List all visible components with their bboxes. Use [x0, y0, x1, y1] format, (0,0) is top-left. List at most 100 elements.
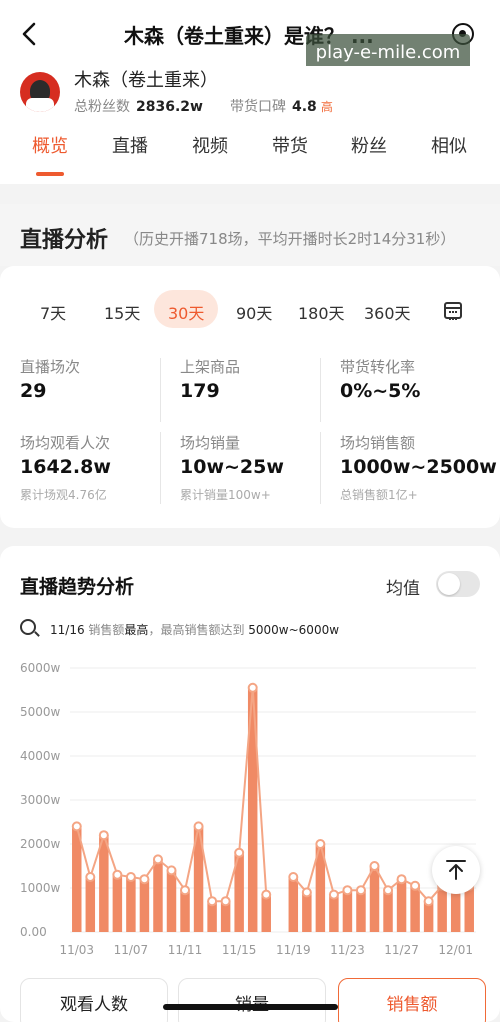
data-point — [396, 874, 407, 885]
data-point — [220, 896, 231, 907]
bar — [139, 879, 150, 932]
bar — [180, 890, 190, 932]
metric-value-avg-views: 1642.8w — [20, 456, 111, 478]
reputation-value: 4.8 — [292, 99, 317, 115]
tab-similar[interactable]: 相似 — [431, 132, 467, 158]
calendar-icon[interactable] — [444, 302, 462, 320]
metric-value-avg-revenue: 1000w~2500w — [340, 456, 497, 478]
fans-stat: 总粉丝数 2836.2w — [74, 96, 203, 116]
bar — [329, 894, 339, 932]
bar — [369, 866, 380, 932]
data-point — [328, 889, 339, 900]
live-metrics-card: 7天 15天 30天 90天 180天 360天 直播场次 29 上架商品 17… — [0, 266, 500, 528]
avg-toggle[interactable] — [436, 571, 480, 597]
metric-sub-avg-views: 累计场观4.76亿 — [20, 488, 107, 502]
x-tick-label: 11/27 — [384, 943, 419, 957]
divider — [160, 432, 161, 504]
data-point — [85, 872, 96, 882]
metric-tab-revenue[interactable]: 销售额 — [338, 978, 486, 1022]
insight-text: 11/16 销售额最高，最高销售额达到 5000w~6000w — [50, 621, 339, 638]
insight-date: 11/16 — [50, 623, 85, 637]
data-point — [410, 880, 421, 891]
tab-live[interactable]: 直播 — [112, 132, 148, 158]
bar — [383, 890, 393, 932]
y-tick-label: 0.00 — [20, 925, 47, 939]
data-point — [261, 889, 272, 900]
tab-video[interactable]: 视频 — [192, 132, 228, 158]
data-point — [207, 896, 218, 907]
search-insight-icon — [20, 619, 36, 635]
insight-bold: 最高 — [124, 623, 149, 637]
live-analysis-subtitle: （历史开播718场，平均开播时长2时14分31秒） — [124, 230, 456, 248]
data-point — [139, 874, 150, 885]
tab-active-indicator — [36, 172, 64, 176]
y-tick-label: 3000w — [20, 793, 61, 807]
fans-label: 总粉丝数 — [74, 99, 130, 115]
period-90d[interactable]: 90天 — [236, 300, 272, 324]
bar — [153, 859, 163, 932]
data-point — [193, 821, 204, 832]
metric-tab-views[interactable]: 观看人数 — [20, 978, 168, 1022]
period-30d[interactable]: 30天 — [168, 300, 204, 324]
x-tick-label: 12/01 — [438, 943, 473, 957]
tab-overview[interactable]: 概览 — [32, 132, 68, 158]
data-point — [342, 885, 353, 896]
tab-goods[interactable]: 带货 — [272, 132, 308, 158]
bar — [85, 877, 96, 932]
live-analysis-header: 直播分析 （历史开播718场，平均开播时长2时14分31秒） — [0, 204, 500, 266]
bar — [342, 890, 353, 932]
avatar[interactable] — [20, 72, 60, 112]
metric-tab-sales[interactable]: 销量 — [178, 978, 326, 1022]
metric-label-avg-revenue: 场均销售额 — [340, 434, 416, 452]
arrow-up-icon — [446, 860, 466, 880]
live-analysis-title: 直播分析 — [20, 228, 109, 253]
metric-sub-avg-sales: 累计销量100w+ — [180, 488, 271, 502]
y-tick-label: 6000w — [20, 661, 61, 675]
period-360d[interactable]: 360天 — [364, 300, 411, 324]
bar — [126, 877, 136, 932]
data-point — [301, 887, 312, 898]
metric-sub-avg-revenue: 总销售额1亿+ — [340, 488, 418, 502]
data-point — [315, 839, 326, 849]
metric-value-products: 179 — [180, 380, 220, 402]
x-tick-label: 11/15 — [222, 943, 257, 957]
back-to-top-button[interactable] — [432, 846, 480, 894]
fans-value: 2836.2w — [136, 99, 203, 115]
period-15d[interactable]: 15天 — [104, 300, 140, 324]
metric-value-avg-sales: 10w~25w — [180, 456, 284, 478]
period-7d[interactable]: 7天 — [40, 300, 66, 324]
metric-label-sessions: 直播场次 — [20, 358, 81, 376]
avg-toggle-label: 均值 — [386, 579, 420, 599]
bar — [112, 874, 123, 932]
metric-value-sessions: 29 — [20, 380, 47, 402]
revenue-trend-chart: 0.00 1000w 2000w 3000w 4000w 5000w 6000w 11/03 1… — [20, 661, 476, 957]
profile-name: 木森（卷土重来） — [74, 70, 218, 91]
x-tick-label: 11/23 — [330, 943, 365, 957]
y-tick-label: 2000w — [20, 837, 61, 851]
divider — [320, 432, 321, 504]
back-icon[interactable] — [16, 20, 44, 48]
data-point — [355, 885, 366, 896]
x-tick-label: 11/07 — [114, 943, 149, 957]
period-180d[interactable]: 180天 — [298, 300, 345, 324]
data-point — [247, 682, 258, 693]
tab-bar: 概览 直播 视频 带货 粉丝 相似 — [0, 128, 500, 184]
x-tick-label: 11/11 — [168, 943, 203, 957]
bar — [396, 879, 407, 932]
bar — [356, 890, 366, 932]
reputation-level: 高 — [320, 100, 333, 114]
bar — [166, 870, 177, 932]
y-tick-label: 5000w — [20, 705, 61, 719]
home-indicator — [163, 1004, 338, 1010]
y-tick-label: 1000w — [20, 881, 61, 895]
bar — [288, 877, 299, 932]
trend-title: 直播趋势分析 — [20, 576, 135, 598]
profile-section: 木森（卷土重来） 总粉丝数 2836.2w 带货口碑 4.8 高 概览 直播 视频 带… — [0, 66, 500, 184]
reputation-label: 带货口碑 — [230, 99, 286, 115]
divider — [160, 358, 161, 422]
metric-label-avg-sales: 场均销量 — [180, 434, 241, 452]
data-point — [234, 847, 245, 858]
tab-fans[interactable]: 粉丝 — [351, 132, 387, 158]
bar — [464, 885, 474, 932]
data-point — [369, 861, 380, 871]
